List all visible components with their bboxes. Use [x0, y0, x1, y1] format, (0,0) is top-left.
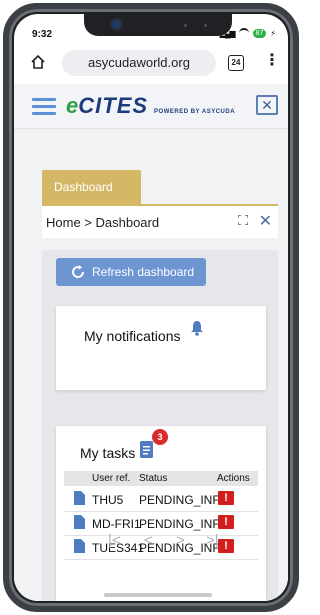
bell-icon[interactable] [190, 320, 204, 336]
next-page-button[interactable]: > [176, 532, 185, 549]
battery-icon: 87 [252, 28, 267, 38]
logo-powered-by: POWERED BY ASYCUDA [154, 109, 236, 115]
document-icon [74, 491, 85, 505]
tasks-pager: |< < > >| [42, 528, 278, 558]
browser-menu-icon[interactable]: ⋮ [264, 53, 280, 69]
notifications-title: My notifications [84, 328, 181, 344]
first-page-button[interactable]: |< [108, 532, 121, 549]
column-header-user-ref: User ref. [92, 473, 131, 484]
charging-icon: ⚡ [270, 28, 276, 38]
logo-e: e [66, 93, 79, 118]
alert-action-icon[interactable]: ! [218, 491, 234, 505]
tasks-table-header: User ref. Status Actions [64, 471, 258, 486]
close-window-icon[interactable]: ✕ [256, 95, 278, 115]
ecites-logo: e CITES POWERED BY ASYCUDA [66, 93, 235, 119]
column-header-actions: Actions [217, 473, 250, 484]
tab-dashboard[interactable]: Dashboard [42, 170, 141, 204]
breadcrumb-bar: Home > Dashboard ✕ [42, 206, 278, 238]
wifi-icon [238, 28, 249, 38]
phone-screen: 9:32 ▂▄▆ 87 ⚡ asycudaworld.org 24 ⋮ e CI… [14, 14, 288, 601]
dashboard-page: Dashboard Home > Dashboard ✕ Refresh das… [14, 129, 288, 601]
column-header-status: Status [139, 473, 168, 484]
expand-icon[interactable] [238, 215, 248, 225]
status-time: 9:32 [32, 29, 53, 40]
document-icon [74, 515, 85, 529]
phone-frame: 9:32 ▂▄▆ 87 ⚡ asycudaworld.org 24 ⋮ e CI… [3, 3, 299, 612]
notifications-card: My notifications [56, 306, 266, 390]
tasks-card: My tasks 3 User ref. Status Actions THU5… [56, 426, 266, 601]
refresh-icon [72, 265, 85, 278]
tab-switcher-button[interactable]: 24 [228, 55, 244, 71]
task-user-ref[interactable]: THU5 [92, 493, 123, 507]
home-icon[interactable] [30, 54, 46, 70]
dashboard-content: Refresh dashboard My notifications My ta… [42, 250, 278, 601]
url-bar[interactable]: asycudaworld.org [62, 50, 216, 76]
previous-page-button[interactable]: < [144, 532, 153, 549]
browser-bar: asycudaworld.org 24 ⋮ [14, 46, 288, 84]
breadcrumb: Home > Dashboard [46, 215, 160, 230]
alert-action-icon[interactable]: ! [218, 515, 234, 529]
logo-name: CITES [78, 93, 149, 118]
hamburger-menu-icon[interactable] [32, 98, 56, 115]
front-camera-icon [112, 20, 121, 29]
sensor-dot [184, 24, 187, 27]
task-status: PENDING_INFO [139, 493, 230, 507]
refresh-dashboard-label: Refresh dashboard [92, 265, 195, 279]
tasks-title: My tasks [80, 445, 136, 461]
close-tab-icon[interactable]: ✕ [259, 211, 272, 231]
last-page-button[interactable]: >| [206, 532, 219, 549]
site-header: e CITES POWERED BY ASYCUDA ✕ [14, 84, 288, 129]
tasks-count-badge: 3 [152, 429, 168, 445]
task-list-icon[interactable] [140, 441, 153, 458]
camera-notch [84, 14, 232, 36]
home-indicator[interactable] [104, 593, 212, 597]
sensor-dot [204, 24, 207, 27]
refresh-dashboard-button[interactable]: Refresh dashboard [56, 258, 206, 286]
table-row[interactable]: THU5 PENDING_INFO ! [64, 488, 258, 512]
